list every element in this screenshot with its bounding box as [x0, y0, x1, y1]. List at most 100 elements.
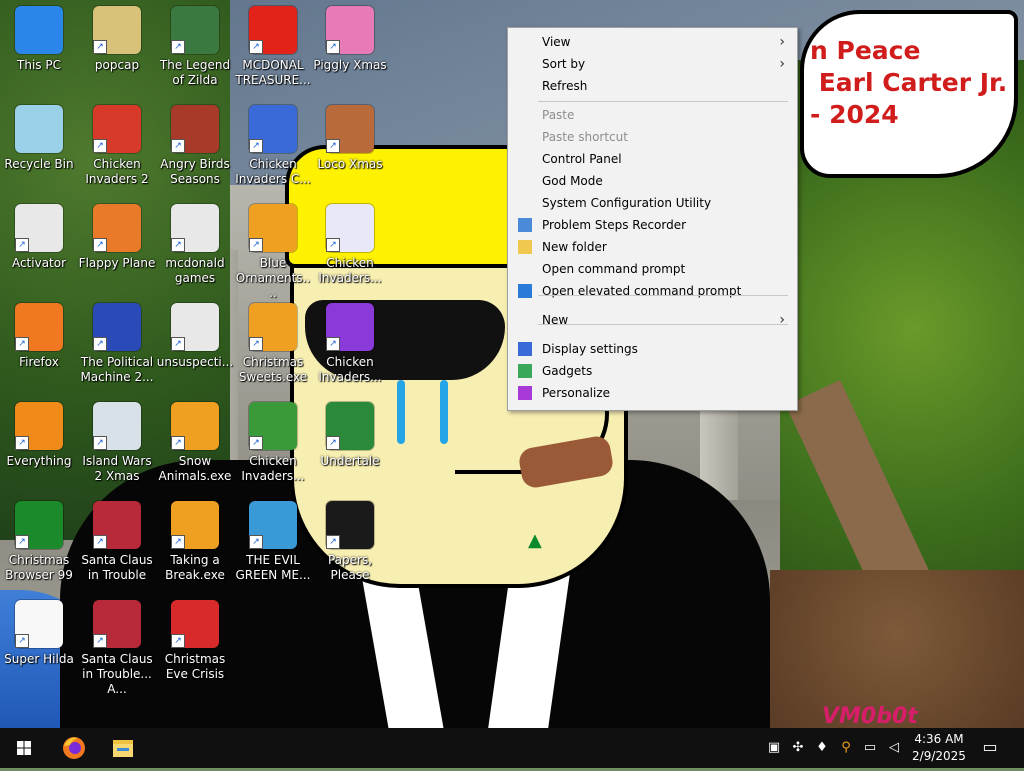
menu-item-gadgets[interactable]: Gadgets	[508, 360, 797, 382]
menu-item-label: View	[542, 35, 571, 49]
desktop-icon[interactable]: ↗ Everything	[0, 396, 78, 492]
menu-item-control-panel[interactable]: Control Panel	[508, 148, 797, 170]
menu-item-label: Open command prompt	[542, 262, 686, 276]
shortcut-arrow-icon: ↗	[171, 337, 185, 351]
shortcut-arrow-icon: ↗	[171, 139, 185, 153]
shortcut-arrow-icon: ↗	[249, 139, 263, 153]
antivirus-icon[interactable]: ▣	[766, 740, 782, 756]
desktop-context-menu: View › Sort by › Refresh Paste Paste shortcut C…	[507, 27, 798, 411]
water-drop-icon[interactable]: ♦	[814, 740, 830, 756]
desktop-icon[interactable]: ↗ Piggly Xmas	[311, 0, 389, 96]
start-button[interactable]	[0, 728, 48, 768]
shortcut-arrow-icon: ↗	[15, 634, 29, 648]
menu-separator	[538, 324, 788, 325]
menu-item-new[interactable]: New ›	[508, 309, 797, 331]
desktop-icon-label: Chicken Invaders...	[241, 454, 305, 483]
desktop-icon[interactable]: ↗ Angry Birds Seasons	[156, 99, 234, 195]
menu-item-god-mode[interactable]: God Mode	[508, 170, 797, 192]
menu-item-system-configuration-utility[interactable]: System Configuration Utility	[508, 192, 797, 214]
menu-item-view[interactable]: View ›	[508, 31, 797, 53]
desktop-icon[interactable]: ↗ The Legend of Zilda	[156, 0, 234, 96]
volume-muted-icon[interactable]: ◁	[886, 740, 902, 756]
desktop-icon[interactable]: ↗ Chicken Invaders...	[311, 297, 389, 393]
key-icon[interactable]: ⚲	[838, 740, 854, 756]
bluetooth-icon[interactable]: ✣	[790, 740, 806, 756]
desktop-icon[interactable]: ↗ Snow Animals.exe	[156, 396, 234, 492]
desktop-icon[interactable]: Recycle Bin	[0, 99, 78, 195]
desktop-icon[interactable]: ↗ Chicken Invaders...	[311, 198, 389, 294]
desktop-icon[interactable]: ↗ Super Hilda	[0, 594, 78, 690]
desktop-icon-label: Blue Ornaments....	[235, 256, 311, 300]
chevron-right-icon: ›	[779, 56, 785, 72]
desktop-icon-label: MCDONAL TREASURE...	[235, 58, 311, 87]
desktop-icon[interactable]: ↗ Christmas Eve Crisis	[156, 594, 234, 690]
desktop-icon[interactable]: ↗ Christmas Browser 99	[0, 495, 78, 591]
shortcut-arrow-icon: ↗	[249, 535, 263, 549]
desktop-icon[interactable]: ↗ Taking a Break.exe	[156, 495, 234, 591]
desktop-icon[interactable]: ↗ Santa Claus in Trouble	[78, 495, 156, 591]
menu-item-sort-by[interactable]: Sort by ›	[508, 53, 797, 75]
desktop-icon-label: Angry Birds Seasons	[160, 157, 230, 186]
desktop-icon[interactable]: ↗ Firefox	[0, 297, 78, 393]
desktop-icon-label: Taking a Break.exe	[165, 553, 225, 582]
menu-item-label: Display settings	[542, 342, 638, 356]
desktop-icon[interactable]: ↗ Undertale	[311, 396, 389, 492]
desktop-icon[interactable]: This PC	[0, 0, 78, 96]
folder-icon	[113, 740, 133, 757]
taskbar-clock[interactable]: 4:36 AM 2/9/2025	[910, 731, 968, 765]
desktop-icon[interactable]: ↗ Chicken Invaders...	[234, 396, 312, 492]
shortcut-arrow-icon: ↗	[249, 337, 263, 351]
menu-item-problem-steps-recorder[interactable]: Problem Steps Recorder	[508, 214, 797, 236]
desktop-icon[interactable]: ↗ Christmas Sweets.exe	[234, 297, 312, 393]
menu-item-refresh[interactable]: Refresh	[508, 75, 797, 97]
menu-item-paste-shortcut: Paste shortcut	[508, 126, 797, 148]
desktop-icon[interactable]: ↗ Flappy Plane	[78, 198, 156, 294]
shortcut-arrow-icon: ↗	[171, 535, 185, 549]
desktop-icon[interactable]: ↗ Island Wars 2 Xmas	[78, 396, 156, 492]
desktop-icon-label: The Legend of Zilda	[159, 58, 231, 87]
shortcut-arrow-icon: ↗	[171, 436, 185, 450]
desktop-icon-label: This PC	[17, 58, 61, 72]
notification-icon[interactable]: ▭	[982, 739, 998, 755]
menu-item-open-elevated-command-prompt[interactable]: Open elevated command prompt	[508, 280, 797, 302]
desktop-icon[interactable]: ↗ popcap	[78, 0, 156, 96]
shortcut-arrow-icon: ↗	[326, 337, 340, 351]
taskbar-file-explorer-button[interactable]	[99, 728, 147, 768]
desktop-icon-label: Undertale	[320, 454, 380, 468]
shortcut-arrow-icon: ↗	[15, 535, 29, 549]
desktop-icon[interactable]: ↗ THE EVIL GREEN ME...	[234, 495, 312, 591]
network-icon[interactable]: ▭	[862, 740, 878, 756]
desktop-icon[interactable]: ↗ Chicken Invaders 2	[78, 99, 156, 195]
desktop-icon[interactable]: ↗ Activator	[0, 198, 78, 294]
desktop-icon[interactable]: ↗ mcdonald games	[156, 198, 234, 294]
menu-item-label: Personalize	[542, 386, 611, 400]
menu-item-label: Control Panel	[542, 152, 622, 166]
desktop-icon-label: unsuspecti...	[156, 355, 234, 369]
menu-item-open-command-prompt[interactable]: Open command prompt	[508, 258, 797, 280]
menu-item-personalize[interactable]: Personalize	[508, 382, 797, 404]
menu-separator	[538, 295, 788, 296]
desktop-icon[interactable]: ↗ Santa Claus in Trouble... A...	[78, 594, 156, 696]
display-icon	[518, 342, 532, 356]
desktop-icon[interactable]: ↗ Chicken Invaders C...	[234, 99, 312, 195]
menu-item-label: New	[542, 313, 569, 327]
desktop-icon-label: Activator	[11, 256, 67, 270]
desktop-icon[interactable]: ↗ Blue Ornaments....	[234, 198, 312, 300]
recorder-icon	[518, 218, 532, 232]
chevron-right-icon: ›	[779, 312, 785, 328]
taskbar-firefox-button[interactable]	[50, 728, 98, 768]
desktop-icon[interactable]: ↗ unsuspecti...	[156, 297, 234, 393]
desktop-icon[interactable]: ↗ Papers, Please	[311, 495, 389, 591]
desktop-icon[interactable]: ↗ MCDONAL TREASURE...	[234, 0, 312, 96]
desktop-icon[interactable]: ↗ Loco Xmas	[311, 99, 389, 195]
desktop-icon-label: Chicken Invaders 2	[85, 157, 149, 186]
desktop-icon[interactable]: ↗ The Political Machine 2...	[78, 297, 156, 393]
shortcut-arrow-icon: ↗	[93, 337, 107, 351]
shortcut-arrow-icon: ↗	[249, 40, 263, 54]
menu-item-paste: Paste	[508, 104, 797, 126]
menu-item-display-settings[interactable]: Display settings	[508, 338, 797, 360]
windows-shield-icon	[518, 284, 532, 298]
menu-item-new-folder[interactable]: New folder	[508, 236, 797, 258]
desktop-icon-label: Christmas Browser 99	[5, 553, 73, 582]
clock-date: 2/9/2025	[912, 749, 966, 763]
